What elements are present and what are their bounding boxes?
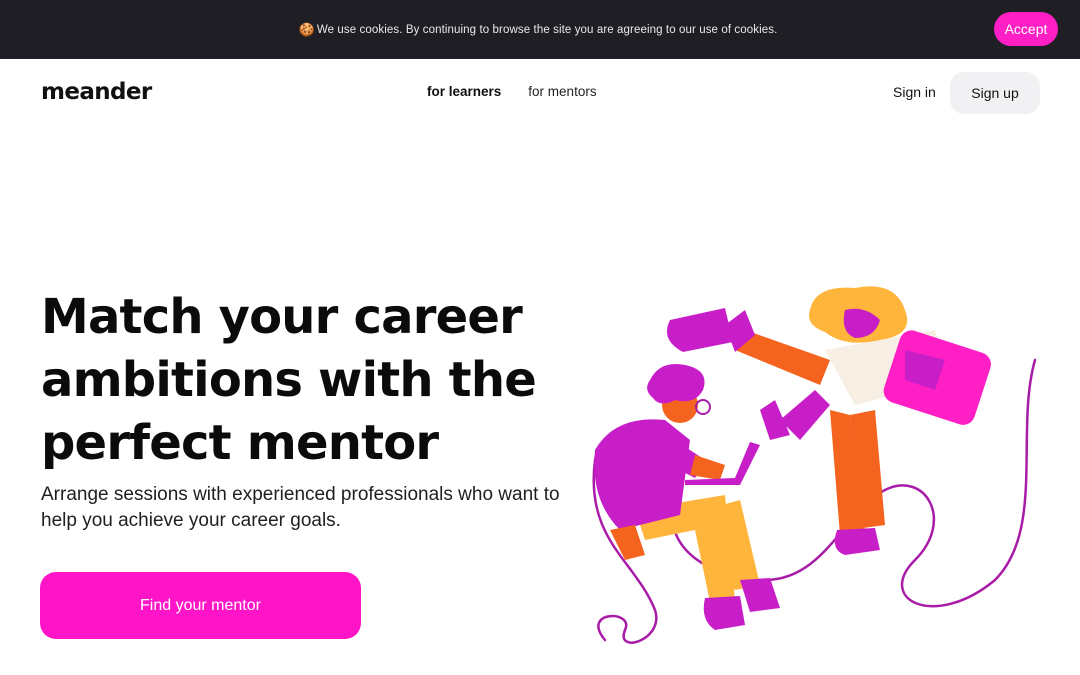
nav-for-mentors[interactable]: for mentors	[528, 84, 596, 99]
learner-figure	[594, 364, 780, 630]
main-nav: for learners for mentors	[427, 84, 597, 99]
cookie-message-text: We use cookies. By continuing to browse …	[316, 23, 778, 36]
site-header: meander for learners for mentors Sign in…	[0, 59, 1080, 125]
logo[interactable]: meander	[41, 79, 152, 105]
sign-in-link[interactable]: Sign in	[893, 84, 936, 100]
cookie-message: 🍪 We use cookies. By continuing to brows…	[299, 22, 778, 38]
nav-for-learners[interactable]: for learners	[427, 84, 501, 99]
hero-illustration	[592, 286, 1037, 644]
cookie-banner: 🍪 We use cookies. By continuing to brows…	[0, 0, 1080, 59]
accept-cookies-button[interactable]: Accept	[994, 12, 1058, 46]
cookie-icon: 🍪	[298, 21, 315, 37]
hero-subtitle: Arrange sessions with experienced profes…	[41, 484, 560, 531]
sign-up-button[interactable]: Sign up	[950, 72, 1040, 114]
find-mentor-button[interactable]: Find your mentor	[40, 572, 361, 639]
hero-title: Match your career ambitions with the per…	[41, 289, 537, 471]
